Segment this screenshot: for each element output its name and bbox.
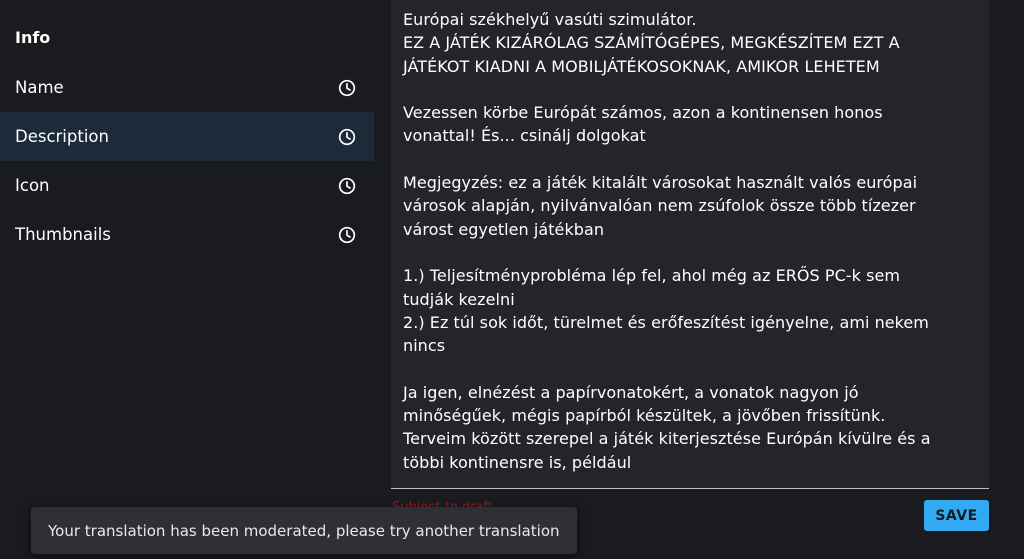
sidebar-item-icon[interactable]: Icon (0, 161, 374, 210)
description-line: várost egyetlen játékban (403, 219, 605, 239)
description-line: Megjegyzés: ez a játék kitalált városoka… (403, 173, 918, 193)
description-line: 2.) Ez túl sok időt, türelmet és erőfesz… (403, 312, 929, 332)
clock-icon[interactable] (338, 128, 356, 146)
description-line: többi kontinensre is, például (403, 452, 632, 472)
description-line: JÁTÉKOT KIADNI A MOBILJÁTÉKOSOKNAK, AMIK… (403, 56, 880, 76)
description-line: városok alapján, nyilvánvalóan nem zsúfo… (403, 196, 916, 216)
sidebar-item-label: Description (15, 127, 109, 146)
description-line: 1.) Teljesítményprobléma lép fel, ahol m… (403, 266, 900, 286)
description-line: vonattal! És... csinálj dolgokat (403, 126, 646, 146)
sidebar-item-description[interactable]: Description (0, 112, 374, 161)
sidebar-item-label: Name (15, 78, 64, 97)
sidebar-item-name[interactable]: Name (0, 63, 374, 112)
description-line: Vezessen körbe Európát számos, azon a ko… (403, 103, 883, 123)
main-panel: Európai székhelyű vasúti szimulátor. EZ … (374, 0, 1024, 559)
sidebar: Info Name Description Icon Thumbnails (0, 0, 374, 559)
description-line (403, 148, 977, 171)
clock-icon[interactable] (338, 177, 356, 195)
description-line: Terveim között szerepel a játék kiterjes… (403, 429, 931, 449)
sidebar-item-label: Icon (15, 176, 50, 195)
sidebar-header: Info (15, 28, 51, 47)
description-textarea[interactable]: Európai székhelyű vasúti szimulátor. EZ … (391, 0, 989, 489)
sidebar-item-thumbnails[interactable]: Thumbnails (0, 210, 374, 259)
description-line: EZ A JÁTÉK KIZÁRÓLAG SZÁMÍTÓGÉPES, MEGKÉ… (403, 33, 900, 53)
toast-message: Your translation has been moderated, ple… (48, 521, 560, 540)
clock-icon[interactable] (338, 79, 356, 97)
sidebar-item-label: Thumbnails (15, 225, 111, 244)
description-line (403, 241, 977, 264)
description-line: Ja igen, elnézést a papírvonatokért, a v… (403, 382, 859, 402)
toast-notification: Your translation has been moderated, ple… (31, 507, 577, 554)
description-line: Európai székhelyű vasúti szimulátor. (403, 10, 697, 29)
description-line (403, 357, 977, 380)
description-line: nincs (403, 336, 446, 356)
save-button[interactable]: SAVE (924, 500, 989, 531)
description-line: minőségűek, mégis papírból készültek, a … (403, 406, 886, 426)
description-line: tudják kezelni (403, 289, 515, 309)
description-line (403, 78, 977, 101)
clock-icon[interactable] (338, 226, 356, 244)
